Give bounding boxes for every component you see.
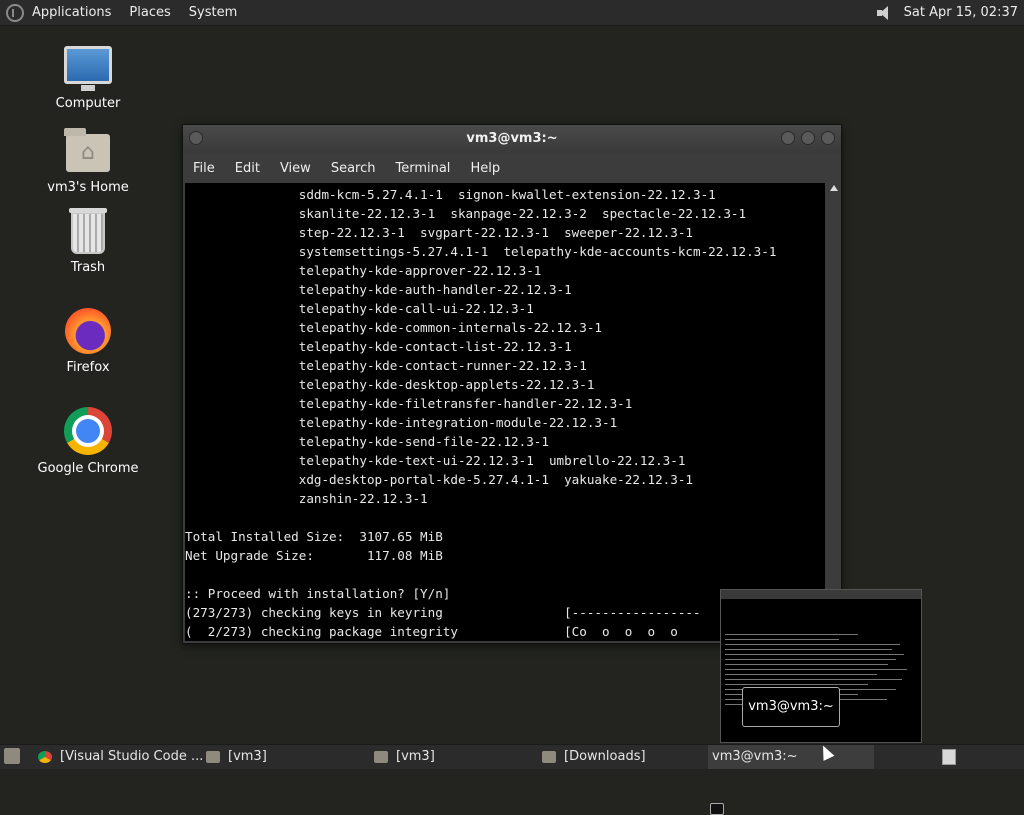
terminal-window[interactable]: vm3@vm3:~ File Edit View Search Terminal…	[182, 124, 842, 644]
menu-help[interactable]: Help	[470, 161, 500, 176]
terminal-line: telepathy-kde-integration-module-22.12.3…	[185, 415, 618, 430]
folder-icon	[542, 751, 556, 763]
desktop-icon-label: Trash	[70, 260, 106, 275]
terminal-line: telepathy-kde-contact-runner-22.12.3-1	[185, 358, 587, 373]
task-downloads[interactable]: [Downloads]	[542, 745, 706, 769]
task-vscode[interactable]: [Visual Studio Code ...	[38, 745, 204, 769]
window-preview-thumbnail[interactable]: vm3@vm3:~	[720, 589, 922, 743]
firefox-icon	[65, 308, 111, 354]
preview-label: vm3@vm3:~	[742, 687, 840, 727]
task-terminal[interactable]: vm3@vm3:~	[708, 745, 874, 815]
terminal-icon	[710, 803, 724, 815]
trash-icon	[69, 208, 107, 254]
menu-edit[interactable]: Edit	[235, 161, 260, 176]
home-folder-icon	[374, 751, 388, 763]
desktop-icon-label: Firefox	[66, 360, 110, 375]
terminal-titlebar[interactable]: vm3@vm3:~	[183, 125, 841, 153]
scroll-up-icon[interactable]	[830, 185, 838, 191]
terminal-line: step-22.12.3-1 svgpart-22.12.3-1 sweeper…	[185, 225, 693, 240]
desktop-icon-label: Google Chrome	[37, 461, 139, 476]
terminal-line: Total Installed Size: 3107.65 MiB	[185, 529, 443, 544]
terminal-line: sddm-kcm-5.27.4.1-1 signon-kwallet-exten…	[185, 187, 716, 202]
terminal-menubar: File Edit View Search Terminal Help	[183, 153, 841, 183]
terminal-line: zanshin-22.12.3-1	[185, 491, 428, 506]
window-menu-icon[interactable]	[189, 131, 203, 145]
task-label: vm3@vm3:~	[712, 749, 798, 764]
places-menu[interactable]: Places	[129, 5, 170, 20]
computer-icon	[64, 46, 112, 91]
terminal-line: xdg-desktop-portal-kde-5.27.4.1-1 yakuak…	[185, 472, 693, 487]
show-desktop-icon[interactable]	[4, 748, 20, 764]
terminal-line: telepathy-kde-text-ui-22.12.3-1 umbrello…	[185, 453, 686, 468]
menu-search[interactable]: Search	[331, 161, 376, 176]
task-vm3-2[interactable]: [vm3]	[374, 745, 540, 769]
preview-titlebar	[721, 590, 921, 599]
terminal-line: telepathy-kde-filetransfer-handler-22.12…	[185, 396, 633, 411]
bottom-panel: [Visual Studio Code ... [vm3] [vm3] [Dow…	[0, 744, 1024, 815]
terminal-line: telepathy-kde-call-ui-22.12.3-1	[185, 301, 534, 316]
task-label: [Visual Studio Code ...	[60, 749, 204, 764]
close-icon[interactable]	[821, 131, 835, 145]
top-panel: Applications Places System Sat Apr 15, 0…	[0, 0, 1024, 26]
desktop-icon-home[interactable]: vm3's Home	[28, 128, 148, 195]
desktop-icon-trash[interactable]: Trash	[28, 208, 148, 275]
home-folder-icon	[206, 751, 220, 763]
terminal-line: telepathy-kde-contact-list-22.12.3-1	[185, 339, 572, 354]
volume-icon[interactable]	[876, 5, 894, 21]
terminal-line: systemsettings-5.27.4.1-1 telepathy-kde-…	[185, 244, 777, 259]
chrome-icon	[64, 407, 112, 455]
desktop-icon-label: Computer	[55, 96, 121, 111]
desktop-icon-chrome[interactable]: Google Chrome	[28, 407, 148, 476]
mate-logo-icon[interactable]	[6, 3, 24, 22]
system-menu[interactable]: System	[189, 5, 237, 20]
desktop-icon-firefox[interactable]: Firefox	[28, 308, 148, 375]
terminal-line: ​	[185, 565, 825, 584]
window-title: vm3@vm3:~	[466, 131, 558, 146]
applications-menu[interactable]: Applications	[32, 5, 111, 20]
terminal-line: Net Upgrade Size: 117.08 MiB	[185, 548, 443, 563]
terminal-line: telepathy-kde-desktop-applets-22.12.3-1	[185, 377, 595, 392]
terminal-line: telepathy-kde-approver-22.12.3-1	[185, 263, 542, 278]
clock[interactable]: Sat Apr 15, 02:37	[904, 5, 1018, 20]
menu-view[interactable]: View	[280, 161, 311, 176]
home-folder-icon	[64, 128, 110, 172]
task-label: [vm3]	[228, 749, 267, 764]
chrome-icon	[38, 751, 52, 763]
terminal-line: telepathy-kde-auth-handler-22.12.3-1	[185, 282, 572, 297]
desktop-icon-computer[interactable]: Computer	[28, 46, 148, 111]
workspace-switcher[interactable]	[942, 749, 956, 765]
menu-terminal[interactable]: Terminal	[395, 161, 450, 176]
terminal-scrollbar[interactable]	[828, 183, 840, 641]
desktop-icon-label: vm3's Home	[47, 180, 129, 195]
terminal-line: telepathy-kde-send-file-22.12.3-1	[185, 434, 549, 449]
task-label: [Downloads]	[564, 749, 646, 764]
panel-tray: Sat Apr 15, 02:37	[876, 0, 1018, 25]
terminal-line: ​	[185, 508, 825, 527]
terminal-line: telepathy-kde-common-internals-22.12.3-1	[185, 320, 603, 335]
terminal-line: skanlite-22.12.3-1 skanpage-22.12.3-2 sp…	[185, 206, 747, 221]
menu-file[interactable]: File	[193, 161, 215, 176]
minimize-icon[interactable]	[781, 131, 795, 145]
terminal-output[interactable]: sddm-kcm-5.27.4.1-1 signon-kwallet-exten…	[185, 183, 825, 641]
maximize-icon[interactable]	[801, 131, 815, 145]
task-label: [vm3]	[396, 749, 435, 764]
task-vm3-1[interactable]: [vm3]	[206, 745, 370, 769]
